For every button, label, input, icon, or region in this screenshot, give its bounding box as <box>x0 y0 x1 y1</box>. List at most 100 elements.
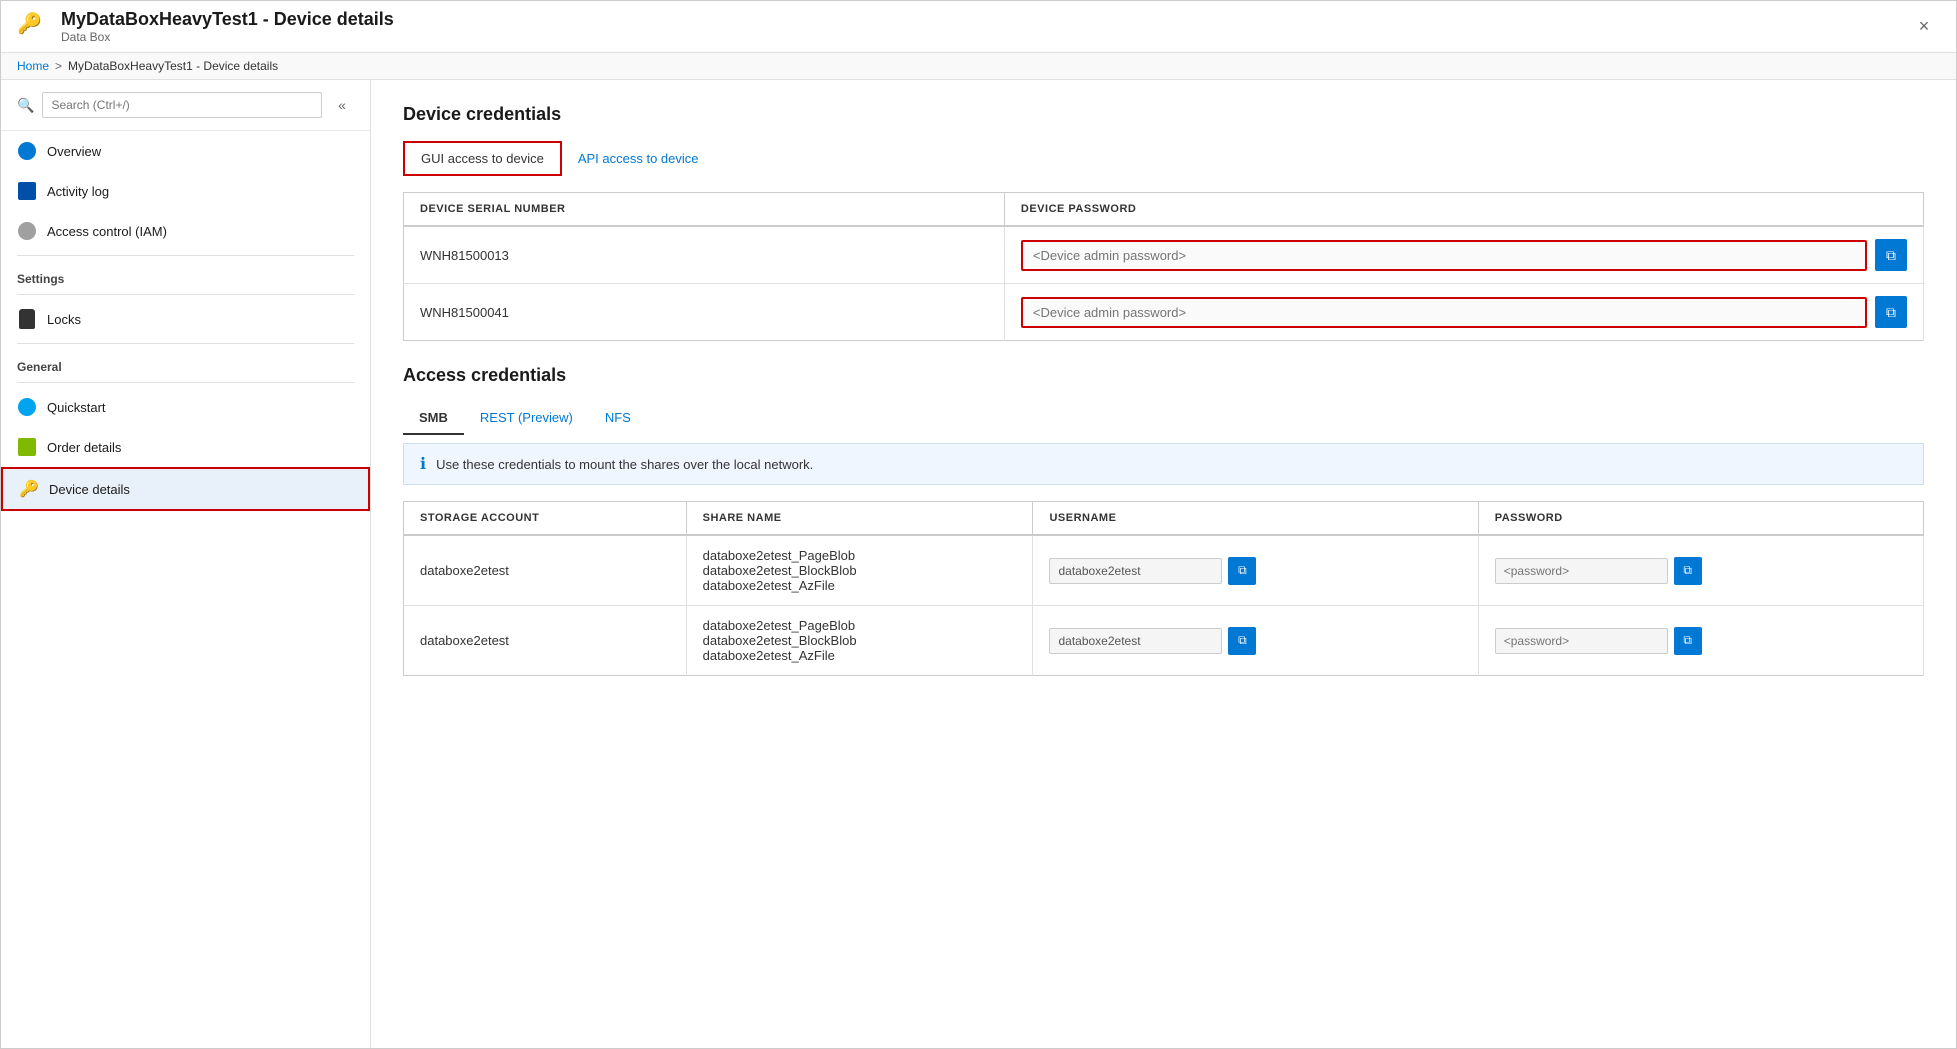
share-name-line3: databoxe2etest_AzFile <box>703 578 1017 593</box>
password-cell-1: ⧉ <box>1004 226 1923 284</box>
table-row: WNH81500041 ⧉ <box>404 284 1924 341</box>
copy-icon: ⧉ <box>1886 247 1896 264</box>
copy-access-password-button-1[interactable]: ⧉ <box>1674 557 1702 585</box>
order-icon <box>17 437 37 457</box>
copy-username-button-1[interactable]: ⧉ <box>1228 557 1256 585</box>
lock-icon <box>17 309 37 329</box>
col-username: USERNAME <box>1033 502 1478 536</box>
username-input-1[interactable] <box>1049 558 1222 584</box>
tab-api-access[interactable]: API access to device <box>562 141 715 176</box>
share-name-cell: databoxe2etest_PageBlob databoxe2etest_B… <box>686 535 1033 606</box>
page-title: MyDataBoxHeavyTest1 - Device details <box>61 9 1908 30</box>
app-icon: 🔑 <box>17 11 49 43</box>
sidebar-item-label: Quickstart <box>47 400 106 415</box>
copy-password-button-1[interactable]: ⧉ <box>1875 239 1907 271</box>
title-text-block: MyDataBoxHeavyTest1 - Device details Dat… <box>61 9 1908 44</box>
page-subtitle: Data Box <box>61 30 1908 44</box>
content-area: Device credentials GUI access to device … <box>371 80 1956 1048</box>
share-name-cell: databoxe2etest_PageBlob databoxe2etest_B… <box>686 606 1033 676</box>
sidebar: 🔍 « Overview Activity log <box>1 80 371 1048</box>
device-password-input-2[interactable] <box>1021 297 1867 328</box>
device-credentials-table: DEVICE SERIAL NUMBER DEVICE PASSWORD WNH… <box>403 192 1924 341</box>
table-row: databoxe2etest databoxe2etest_PageBlob d… <box>404 535 1924 606</box>
share-name-line2: databoxe2etest_BlockBlob <box>703 633 1017 648</box>
device-password-input-1[interactable] <box>1021 240 1867 271</box>
access-credentials-title: Access credentials <box>403 365 1924 386</box>
password-field-cell-2: ⧉ <box>1478 606 1923 676</box>
col-password: PASSWORD <box>1478 502 1923 536</box>
storage-account-cell: databoxe2etest <box>404 535 687 606</box>
share-name-line3: databoxe2etest_AzFile <box>703 648 1017 663</box>
collapse-sidebar-button[interactable]: « <box>330 93 354 117</box>
sidebar-item-locks[interactable]: Locks <box>1 299 370 339</box>
username-cell-2: ⧉ <box>1033 606 1478 676</box>
copy-username-button-2[interactable]: ⧉ <box>1228 627 1256 655</box>
copy-password-button-2[interactable]: ⧉ <box>1875 296 1907 328</box>
copy-icon: ⧉ <box>1683 633 1692 648</box>
col-serial-number: DEVICE SERIAL NUMBER <box>404 193 1005 227</box>
quickstart-icon <box>17 397 37 417</box>
sidebar-item-device-details[interactable]: 🔑 Device details <box>1 467 370 511</box>
col-device-password: DEVICE PASSWORD <box>1004 193 1923 227</box>
sidebar-item-label: Activity log <box>47 184 109 199</box>
sidebar-item-order-details[interactable]: Order details <box>1 427 370 467</box>
breadcrumb-current: MyDataBoxHeavyTest1 - Device details <box>68 59 278 73</box>
password-cell-2: ⧉ <box>1004 284 1923 341</box>
sidebar-item-activity-log[interactable]: Activity log <box>1 171 370 211</box>
main-layout: 🔍 « Overview Activity log <box>1 80 1956 1048</box>
sidebar-item-label: Device details <box>49 482 130 497</box>
share-name-line1: databoxe2etest_PageBlob <box>703 548 1017 563</box>
activity-icon <box>17 181 37 201</box>
people-icon <box>17 221 37 241</box>
breadcrumb: Home > MyDataBoxHeavyTest1 - Device deta… <box>1 53 1956 80</box>
share-name-line2: databoxe2etest_BlockBlob <box>703 563 1017 578</box>
tab-smb[interactable]: SMB <box>403 402 464 435</box>
sidebar-search-bar: 🔍 « <box>1 80 370 131</box>
cloud-icon <box>17 141 37 161</box>
password-input-1[interactable] <box>1495 558 1668 584</box>
sidebar-divider-settings2 <box>17 294 354 295</box>
copy-icon: ⧉ <box>1886 304 1896 321</box>
main-window: 🔑 MyDataBoxHeavyTest1 - Device details D… <box>0 0 1957 1049</box>
device-credentials-title: Device credentials <box>403 104 1924 125</box>
share-name-line1: databoxe2etest_PageBlob <box>703 618 1017 633</box>
search-input[interactable] <box>42 92 322 118</box>
copy-access-password-button-2[interactable]: ⧉ <box>1674 627 1702 655</box>
sidebar-item-label: Access control (IAM) <box>47 224 167 239</box>
sidebar-item-access-control[interactable]: Access control (IAM) <box>1 211 370 251</box>
col-share-name: SHARE NAME <box>686 502 1033 536</box>
username-cell: ⧉ <box>1033 535 1478 606</box>
serial-number-cell: WNH81500041 <box>404 284 1005 341</box>
info-icon: ℹ <box>420 454 426 474</box>
table-row: WNH81500013 ⧉ <box>404 226 1924 284</box>
sidebar-divider-general <box>17 343 354 344</box>
password-field-cell: ⧉ <box>1478 535 1923 606</box>
device-icon: 🔑 <box>19 479 39 499</box>
breadcrumb-home[interactable]: Home <box>17 59 49 73</box>
username-input-2[interactable] <box>1049 628 1222 654</box>
sidebar-divider-settings <box>17 255 354 256</box>
sidebar-divider-general2 <box>17 382 354 383</box>
tab-gui-access[interactable]: GUI access to device <box>403 141 562 176</box>
sidebar-item-label: Order details <box>47 440 121 455</box>
device-tab-bar: GUI access to device API access to devic… <box>403 141 1924 176</box>
storage-account-cell: databoxe2etest <box>404 606 687 676</box>
copy-icon: ⧉ <box>1238 633 1247 648</box>
password-input-2[interactable] <box>1495 628 1668 654</box>
table-row: databoxe2etest databoxe2etest_PageBlob d… <box>404 606 1924 676</box>
col-storage-account: STORAGE ACCOUNT <box>404 502 687 536</box>
copy-icon: ⧉ <box>1238 563 1247 578</box>
serial-number-cell: WNH81500013 <box>404 226 1005 284</box>
access-tab-bar: SMB REST (Preview) NFS <box>403 402 1924 435</box>
breadcrumb-sep: > <box>55 59 62 73</box>
tab-nfs[interactable]: NFS <box>589 402 647 435</box>
close-button[interactable]: × <box>1908 11 1940 43</box>
tab-rest[interactable]: REST (Preview) <box>464 402 589 435</box>
search-icon: 🔍 <box>17 97 34 114</box>
sidebar-item-label: Overview <box>47 144 101 159</box>
access-credentials-table: STORAGE ACCOUNT SHARE NAME USERNAME PASS… <box>403 501 1924 676</box>
sidebar-item-label: Locks <box>47 312 81 327</box>
settings-section-header: Settings <box>1 260 370 290</box>
sidebar-item-overview[interactable]: Overview <box>1 131 370 171</box>
sidebar-item-quickstart[interactable]: Quickstart <box>1 387 370 427</box>
